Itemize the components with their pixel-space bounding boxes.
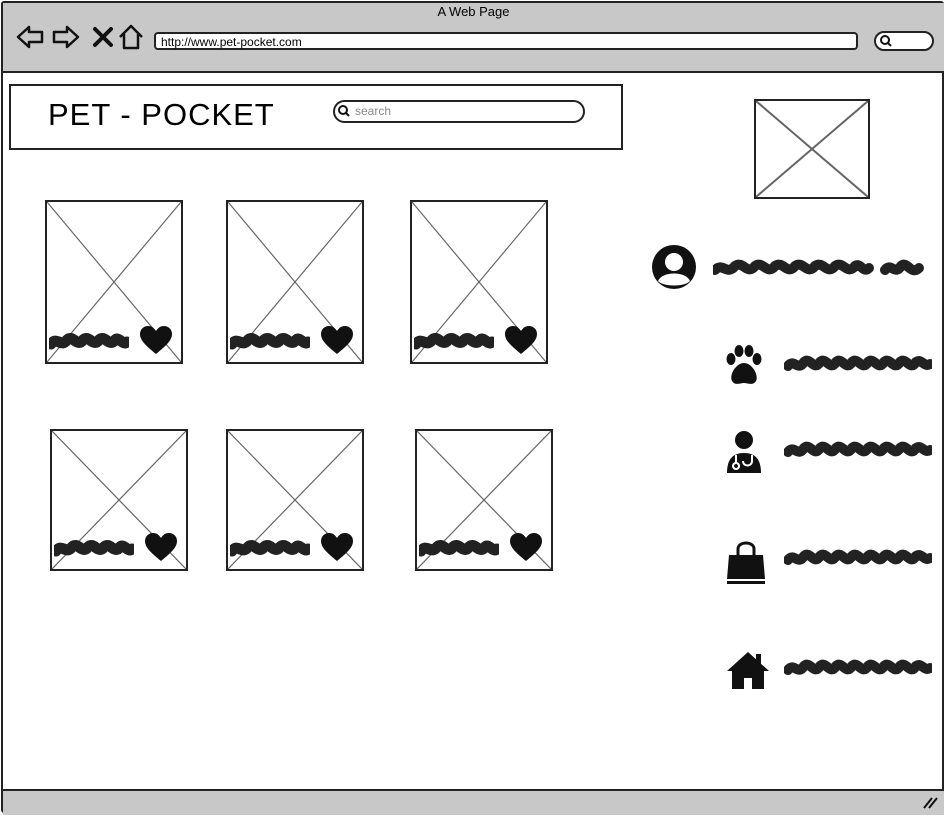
close-icon[interactable] — [88, 22, 118, 52]
shopping-bag-icon — [723, 539, 769, 585]
search-icon — [338, 105, 350, 117]
search-input[interactable]: search — [333, 100, 585, 123]
resize-handle-icon[interactable] — [922, 794, 940, 810]
pet-card[interactable] — [226, 200, 364, 364]
heart-icon[interactable] — [509, 533, 543, 563]
pet-card[interactable] — [50, 429, 188, 571]
card-title-scribble — [230, 333, 310, 350]
status-bar — [3, 789, 944, 815]
forward-arrow-icon[interactable] — [51, 22, 81, 52]
card-title-scribble — [54, 540, 134, 557]
search-icon — [880, 35, 892, 47]
heart-icon[interactable] — [320, 533, 354, 563]
browser-search-field[interactable] — [874, 31, 934, 51]
home-icon[interactable] — [116, 22, 146, 52]
pet-card[interactable] — [45, 200, 183, 364]
site-logo[interactable]: PET - POCKET — [48, 97, 275, 133]
sidebar-label-scribble — [783, 546, 935, 570]
doctor-icon — [721, 429, 767, 475]
sidebar-label-scribble — [783, 438, 935, 462]
user-name-scribble — [713, 259, 924, 276]
window-title: A Web Page — [437, 4, 510, 19]
paw-icon — [721, 343, 767, 389]
card-title-scribble — [414, 333, 494, 350]
sidebar-label-scribble — [783, 352, 935, 376]
house-icon — [725, 647, 771, 693]
address-bar[interactable]: http://www.pet-pocket.com — [154, 32, 858, 50]
profile-image-placeholder — [754, 99, 870, 199]
heart-icon[interactable] — [504, 326, 538, 356]
heart-icon[interactable] — [144, 533, 178, 563]
card-title-scribble — [419, 540, 499, 557]
pet-card[interactable] — [410, 200, 548, 364]
heart-icon[interactable] — [139, 326, 173, 356]
pet-card[interactable] — [226, 429, 364, 571]
user-avatar-icon[interactable] — [650, 243, 698, 291]
card-title-scribble — [230, 540, 310, 557]
pet-card[interactable] — [415, 429, 553, 571]
heart-icon[interactable] — [320, 326, 354, 356]
card-title-scribble — [49, 333, 129, 350]
back-arrow-icon[interactable] — [15, 22, 45, 52]
sidebar-label-scribble — [783, 656, 935, 680]
